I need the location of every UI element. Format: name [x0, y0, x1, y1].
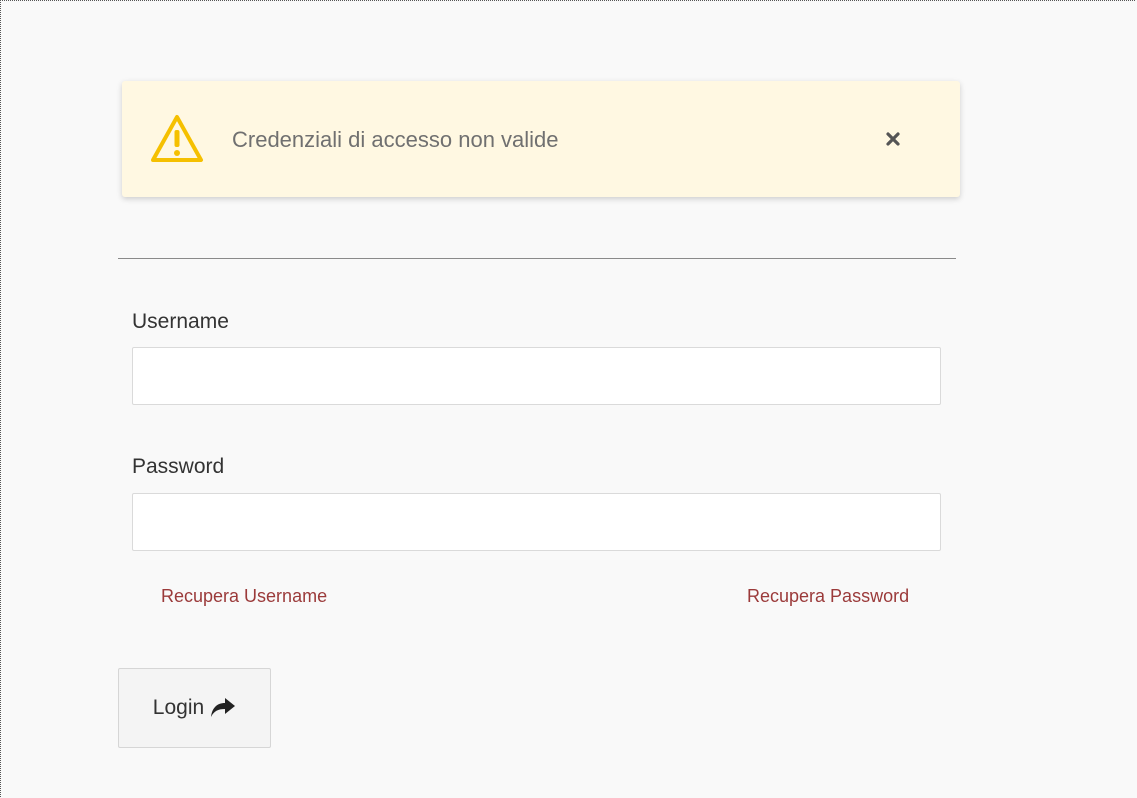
section-divider: [118, 258, 956, 259]
login-button[interactable]: Login: [118, 668, 271, 748]
password-label: Password: [132, 455, 225, 478]
alert-message: Credenziali di accesso non valide: [232, 127, 559, 152]
recover-username-link[interactable]: Recupera Username: [161, 585, 327, 607]
share-arrow-icon: [210, 697, 236, 719]
close-icon[interactable]: [880, 126, 906, 152]
password-input[interactable]: [132, 493, 941, 551]
warning-triangle-icon: [150, 114, 204, 164]
login-button-label: Login: [152, 696, 205, 719]
username-label: Username: [132, 310, 229, 333]
error-alert: Credenziali di accesso non valide: [122, 81, 960, 197]
username-input[interactable]: [132, 347, 941, 405]
recover-password-link[interactable]: Recupera Password: [747, 585, 909, 607]
